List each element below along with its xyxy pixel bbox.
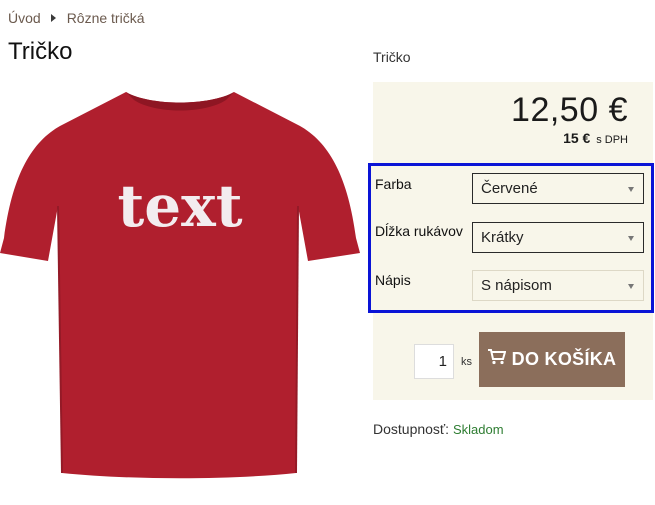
add-to-cart-label: DO KOŠÍKA [511,349,617,369]
breadcrumb-separator-icon [50,14,56,22]
add-to-cart-button[interactable]: DO KOŠÍKA [479,332,625,387]
product-name-side: Tričko [373,49,411,65]
breadcrumb-category-link[interactable]: Rôzne tričká [67,10,145,26]
availability-status: Skladom [452,422,504,437]
print-select-value: S nápisom [481,277,552,294]
chevron-down-icon [628,284,634,289]
chevron-down-icon [628,236,634,241]
quantity-input[interactable]: 1 [414,344,454,379]
color-label: Farba [375,176,412,192]
availability-label: Dostupnosť: [373,421,450,437]
price-vat-value: 15 € [563,130,591,146]
product-image[interactable]: text [0,88,362,480]
color-select[interactable]: Červené [472,173,644,204]
print-select[interactable]: S nápisom [472,270,644,301]
breadcrumb: Úvod Rôzne tričká [8,10,145,26]
color-select-value: Červené [481,180,538,197]
print-label: Nápis [375,272,411,288]
sleeve-length-select[interactable]: Krátky [472,222,644,253]
cart-icon [487,349,506,370]
quantity-value: 1 [438,353,447,370]
chevron-down-icon [628,187,634,192]
price-vat-suffix: s DPH [596,134,628,146]
sleeve-length-select-value: Krátky [481,229,524,246]
sleeve-length-label: Dĺžka rukávov [375,223,463,239]
product-options: Farba Červené Dĺžka rukávov Krátky Nápis… [368,163,654,313]
price-with-vat: 15 € s DPH [563,130,628,146]
quantity-unit: ks [461,356,472,368]
tshirt-print-text: text [117,172,242,240]
page-title: Tričko [8,38,73,65]
breadcrumb-home-link[interactable]: Úvod [8,10,41,26]
tshirt-image: text [0,92,360,479]
availability: Dostupnosť: Skladom [373,421,504,437]
price-main: 12,50 € [511,91,628,129]
